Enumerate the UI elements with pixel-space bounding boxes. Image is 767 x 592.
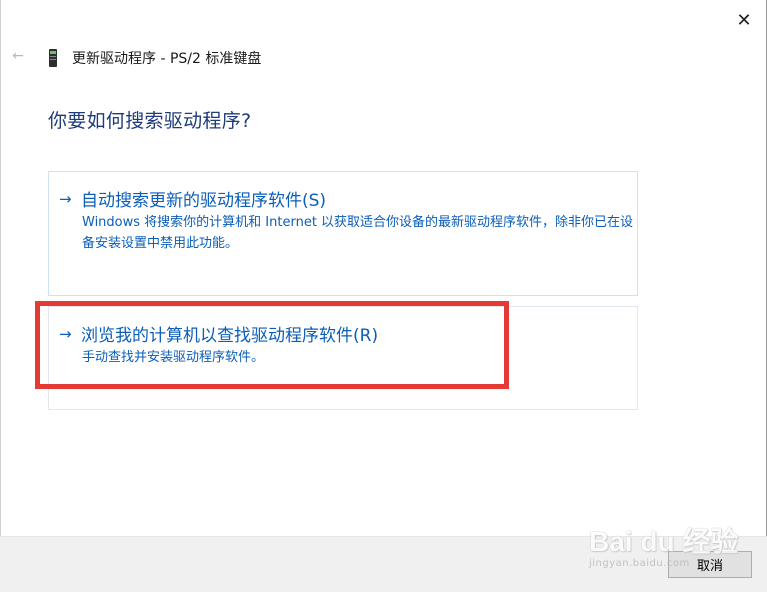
dialog-footer [0,536,767,592]
right-arrow-icon: → [59,324,72,343]
window-left-border [0,0,1,591]
option-description: 手动查找并安装驱动程序软件。 [82,350,265,365]
keyboard-device-icon [49,49,57,67]
option-title-row: → 浏览我的计算机以查找驱动程序软件(R) [59,321,379,347]
option-browse-computer[interactable]: → 浏览我的计算机以查找驱动程序软件(R) 手动查找并安装驱动程序软件。 [48,306,638,410]
option-auto-search[interactable]: → 自动搜索更新的驱动程序软件(S) Windows 将搜索你的计算机和 Int… [48,171,638,296]
cancel-button[interactable]: 取消 [668,551,752,578]
back-arrow-icon[interactable]: ← [8,46,28,66]
close-glyph: ✕ [736,9,752,31]
option-title-row: → 自动搜索更新的驱动程序软件(S) [59,186,327,212]
right-arrow-icon: → [59,189,72,208]
update-driver-dialog: ✕ ← 更新驱动程序 - PS/2 标准键盘 你要如何搜索驱动程序? → 自动搜… [0,0,767,592]
window-title: 更新驱动程序 - PS/2 标准键盘 [72,51,262,67]
page-heading: 你要如何搜索驱动程序? [48,110,252,132]
option-description: Windows 将搜索你的计算机和 Internet 以获取适合你设备的最新驱动… [82,215,634,251]
title-row: 更新驱动程序 - PS/2 标准键盘 [48,47,261,69]
back-glyph: ← [12,48,24,64]
option-title: 自动搜索更新的驱动程序软件(S) [81,191,327,211]
close-icon[interactable]: ✕ [729,6,759,34]
option-title: 浏览我的计算机以查找驱动程序软件(R) [81,326,379,346]
